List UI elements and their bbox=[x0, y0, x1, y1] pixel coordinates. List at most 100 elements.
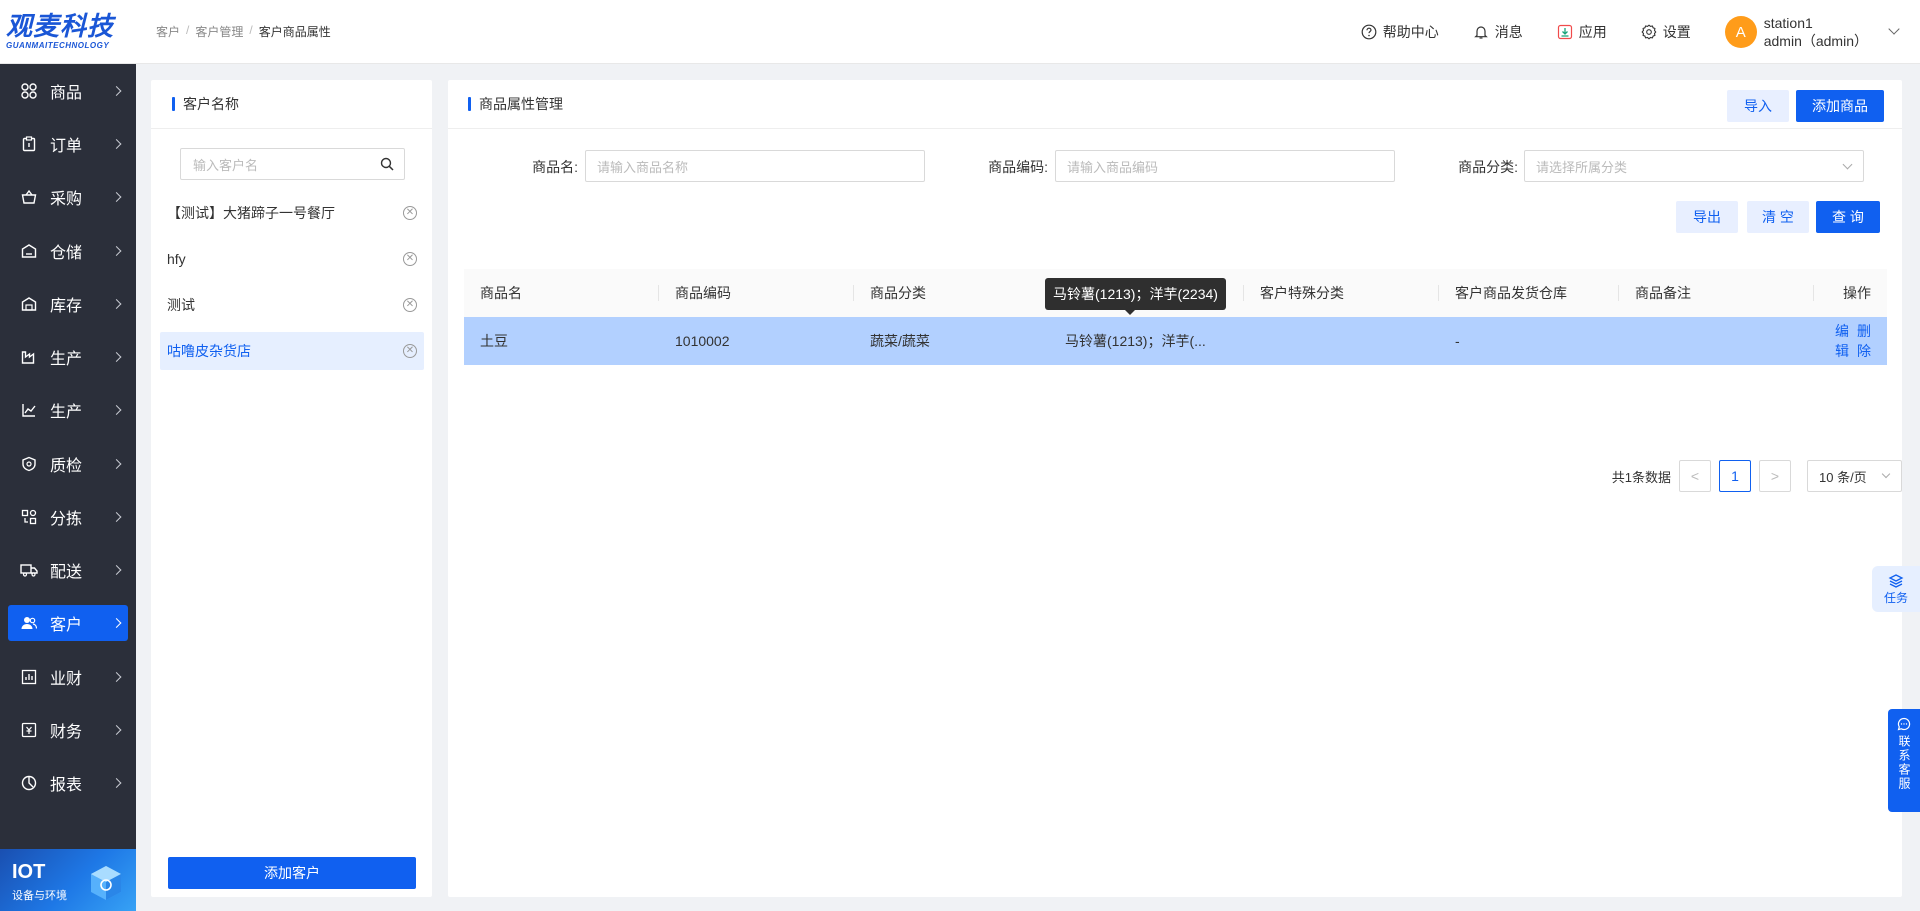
chevron-right-icon bbox=[111, 192, 122, 203]
sidebar-item-production-2[interactable]: 生产 bbox=[0, 384, 136, 437]
sidebar-item-sorting[interactable]: 分拣 bbox=[0, 490, 136, 543]
product-name-placeholder: 请输入商品名称 bbox=[597, 159, 689, 175]
product-attributes-panel: 商品属性管理 导入 添加商品 商品名: 请输入商品名称 商品编码: 请输入商品编… bbox=[448, 80, 1902, 897]
sidebar-item-finance[interactable]: 财务 bbox=[0, 703, 136, 756]
basket-icon bbox=[20, 188, 38, 206]
clear-button[interactable]: 清 空 bbox=[1747, 201, 1809, 233]
chevron-right-icon bbox=[111, 671, 122, 682]
remove-customer-icon[interactable]: ✕ bbox=[403, 252, 417, 266]
pagination-page-1[interactable]: 1 bbox=[1719, 460, 1751, 492]
sidebar-item-goods[interactable]: 商品 bbox=[0, 64, 136, 117]
delete-link[interactable]: 删除 bbox=[1857, 321, 1871, 361]
breadcrumb-item-customer[interactable]: 客户 bbox=[156, 23, 180, 40]
column-header-special-category: 客户特殊分类 bbox=[1244, 269, 1439, 317]
clipboard-icon bbox=[20, 135, 38, 153]
page-size-select[interactable]: 10 条/页 bbox=[1807, 460, 1902, 492]
customer-list-item[interactable]: 【测试】大猪蹄子一号餐厅 ✕ bbox=[160, 194, 424, 232]
product-category-placeholder: 请选择所属分类 bbox=[1536, 159, 1628, 175]
sidebar-item-orders[interactable]: 订单 bbox=[0, 117, 136, 170]
sidebar-item-label: 客户 bbox=[50, 616, 83, 634]
truck-icon bbox=[20, 561, 38, 579]
customer-list-item[interactable]: hfy ✕ bbox=[160, 240, 424, 278]
alias-tooltip: 马铃薯(1213)；洋芋(2234) bbox=[1045, 278, 1226, 315]
logo[interactable]: 观麦科技 GUANMAITECHNOLOGY bbox=[0, 0, 136, 64]
customer-list-item-selected[interactable]: 咕噜皮杂货店 ✕ bbox=[160, 332, 424, 370]
sidebar-item-business-finance[interactable]: 业财 bbox=[0, 650, 136, 703]
sidebar-item-warehouse[interactable]: 仓储 bbox=[0, 224, 136, 277]
product-name-input[interactable]: 请输入商品名称 bbox=[585, 150, 925, 182]
product-code-placeholder: 请输入商品编码 bbox=[1067, 159, 1159, 175]
apps-link[interactable]: 应用 bbox=[1557, 22, 1607, 42]
sidebar-item-reports[interactable]: 报表 bbox=[0, 757, 136, 810]
help-circle-icon bbox=[1361, 24, 1377, 40]
pagination-prev-button[interactable]: < bbox=[1679, 460, 1711, 492]
customer-list: 【测试】大猪蹄子一号餐厅 ✕ hfy ✕ 测试 ✕ 咕噜皮杂货店 ✕ bbox=[160, 194, 424, 378]
remove-customer-icon[interactable]: ✕ bbox=[403, 344, 417, 358]
export-button[interactable]: 导出 bbox=[1676, 201, 1738, 233]
customer-name: 咕噜皮杂货店 bbox=[167, 343, 251, 359]
remove-customer-icon[interactable]: ✕ bbox=[403, 298, 417, 312]
customer-name: 测试 bbox=[167, 297, 195, 313]
query-button[interactable]: 查 询 bbox=[1816, 201, 1880, 233]
breadcrumb-item-current: 客户商品属性 bbox=[258, 25, 331, 39]
bell-icon bbox=[1473, 26, 1488, 39]
customer-list-item[interactable]: 测试 ✕ bbox=[160, 286, 424, 324]
column-header-product-name: 商品名 bbox=[464, 269, 659, 317]
header-actions: 帮助中心 消息 应用 设置 A station1 admin（admin） bbox=[1361, 0, 1920, 64]
sidebar-item-label: 分拣 bbox=[50, 511, 83, 529]
edit-link[interactable]: 编辑 bbox=[1835, 321, 1849, 361]
pagination-next-button[interactable]: > bbox=[1759, 460, 1791, 492]
sidebar-item-label: 库存 bbox=[50, 297, 83, 315]
chevron-right-icon bbox=[111, 85, 122, 96]
top-header: 客户 / 客户管理 / 客户商品属性 帮助中心 消息 应用 设置 A stati… bbox=[136, 0, 1920, 64]
settings-link[interactable]: 设置 bbox=[1641, 22, 1691, 42]
cell-actions: 编辑 删除 bbox=[1814, 317, 1887, 365]
sidebar: 观麦科技 GUANMAITECHNOLOGY 商品 订单 采购 仓储 库存 生产 bbox=[0, 0, 136, 911]
customer-service-widget[interactable]: 联系客服 bbox=[1888, 709, 1920, 812]
task-widget[interactable]: 任务 bbox=[1872, 566, 1920, 612]
apps-label: 应用 bbox=[1578, 24, 1607, 40]
sidebar-item-label: 报表 bbox=[50, 777, 83, 795]
chevron-down-icon bbox=[1842, 159, 1853, 170]
product-code-label: 商品编码: bbox=[988, 159, 1048, 175]
chevron-right-icon bbox=[111, 405, 122, 416]
sidebar-item-label: 财务 bbox=[50, 723, 83, 741]
cell-special-category bbox=[1244, 317, 1439, 365]
product-code-input[interactable]: 请输入商品编码 bbox=[1055, 150, 1395, 182]
breadcrumb: 客户 / 客户管理 / 客户商品属性 bbox=[136, 23, 331, 40]
iot-cube-icon bbox=[91, 866, 121, 900]
breadcrumb-item-customer-management[interactable]: 客户管理 bbox=[195, 23, 243, 40]
sidebar-item-inventory[interactable]: 库存 bbox=[0, 277, 136, 330]
sort-icon bbox=[20, 508, 38, 526]
iot-banner[interactable]: IOT 设备与环境 bbox=[0, 849, 136, 911]
product-category-select[interactable]: 请选择所属分类 bbox=[1524, 150, 1864, 182]
user-account: admin（admin） bbox=[1763, 33, 1868, 49]
chevron-right-icon bbox=[111, 565, 122, 576]
remove-customer-icon[interactable]: ✕ bbox=[403, 206, 417, 220]
customer-panel-title: 客户名称 bbox=[183, 96, 239, 112]
sidebar-item-production-1[interactable]: 生产 bbox=[0, 330, 136, 383]
cell-alias[interactable]: 马铃薯(1213)；洋芋(... bbox=[1049, 317, 1244, 365]
customer-service-label: 联系客服 bbox=[1897, 735, 1911, 791]
import-button[interactable]: 导入 bbox=[1727, 90, 1789, 122]
sidebar-item-quality[interactable]: 质检 bbox=[0, 437, 136, 490]
customer-name: 【测试】大猪蹄子一号餐厅 bbox=[167, 205, 335, 221]
add-product-button[interactable]: 添加商品 bbox=[1796, 90, 1884, 122]
finance-icon bbox=[20, 721, 38, 739]
help-center-link[interactable]: 帮助中心 bbox=[1361, 22, 1439, 42]
user-menu[interactable]: A station1 admin（admin） bbox=[1724, 14, 1900, 50]
cell-remark bbox=[1619, 317, 1814, 365]
sidebar-nav: 商品 订单 采购 仓储 库存 生产 生产 质检 分拣 配送 客户 业财 财务 报… bbox=[0, 64, 136, 810]
sidebar-item-purchase[interactable]: 采购 bbox=[0, 171, 136, 224]
shield-icon bbox=[20, 455, 38, 473]
sidebar-item-customers[interactable]: 客户 bbox=[8, 604, 128, 641]
logo-subtext: GUANMAITECHNOLOGY bbox=[6, 40, 110, 50]
add-customer-button[interactable]: 添加客户 bbox=[168, 857, 416, 889]
messages-link[interactable]: 消息 bbox=[1473, 22, 1523, 42]
chevron-right-icon bbox=[111, 724, 122, 735]
table-row[interactable]: 土豆 1010002 蔬菜/蔬菜 马铃薯(1213)；洋芋(... - 编辑 删… bbox=[464, 317, 1887, 365]
search-icon[interactable] bbox=[380, 157, 394, 171]
sidebar-item-delivery[interactable]: 配送 bbox=[0, 544, 136, 597]
sidebar-item-label: 采购 bbox=[50, 191, 83, 209]
customer-search-input[interactable]: 输入客户名 bbox=[180, 148, 405, 180]
